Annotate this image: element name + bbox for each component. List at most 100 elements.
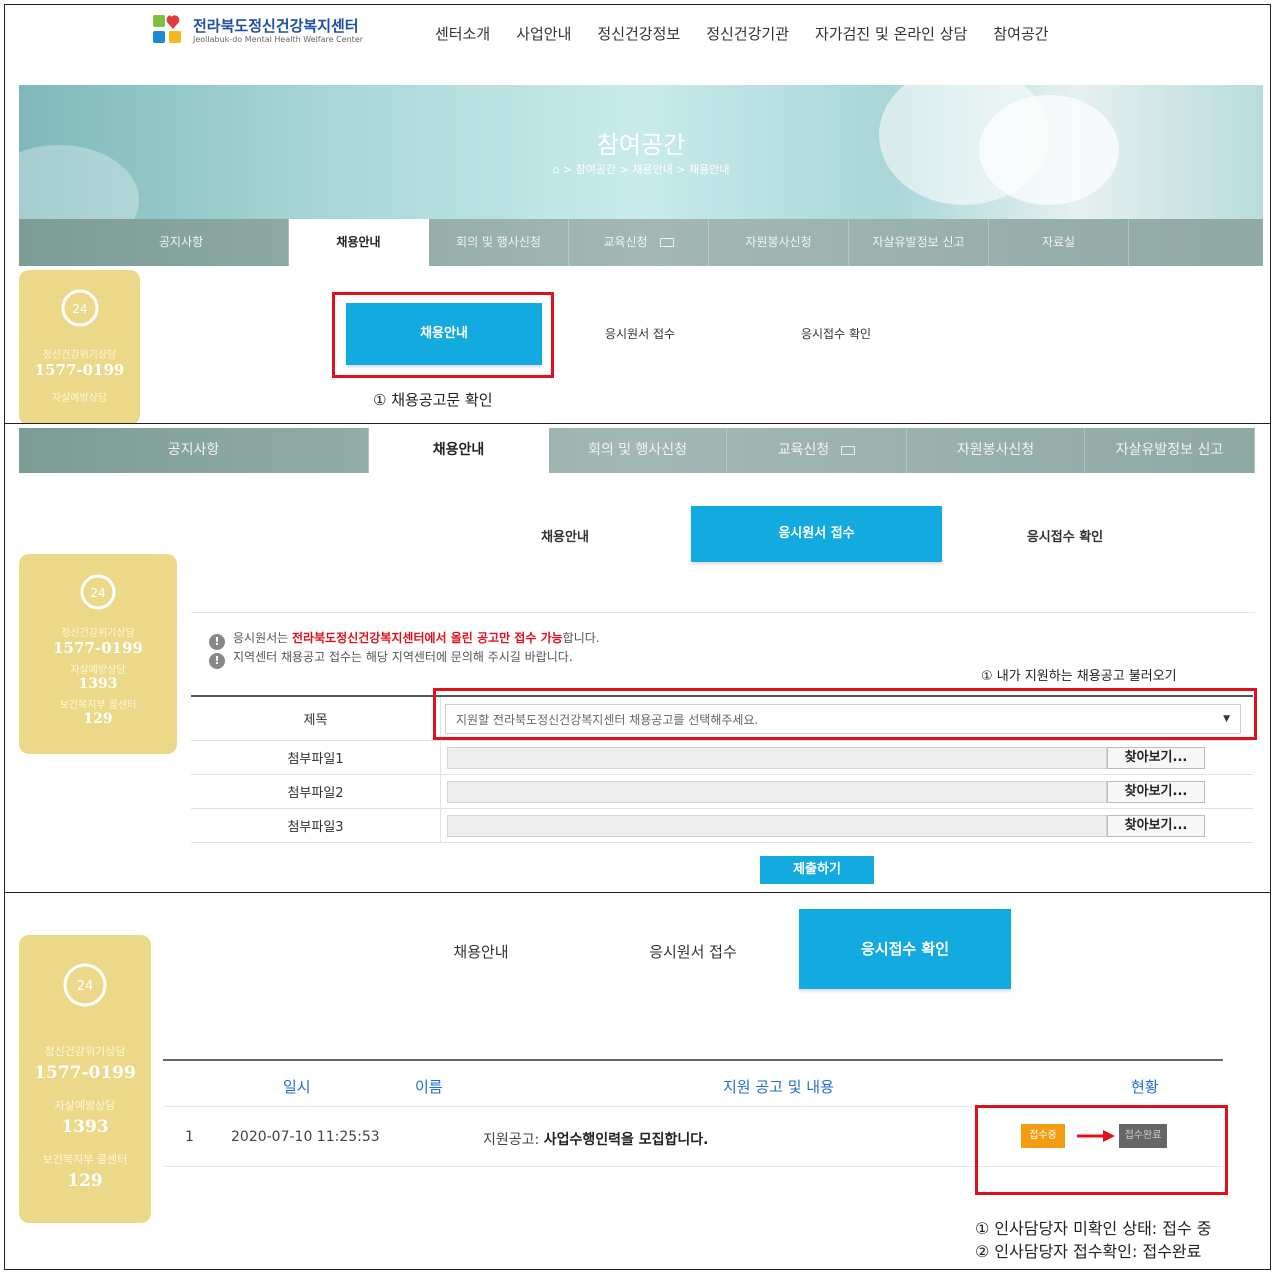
row-date: 2020-07-10 11:25:53 (231, 1129, 380, 1145)
file3-browse-button[interactable]: 찾아보기... (1107, 815, 1205, 837)
suicide-label: 자살예방상담 (51, 393, 108, 404)
row-content-prefix: 지원공고: (483, 1132, 544, 1148)
col-header-status: 현황 (1131, 1078, 1159, 1096)
subnav-meeting[interactable]: 회의 및 행사신청 (549, 428, 727, 473)
phone-24-icon: 24 (63, 963, 107, 1007)
home-icon[interactable]: ⌂ (552, 163, 559, 176)
phone-badge: 24 (77, 979, 94, 994)
file3-input[interactable] (447, 815, 1107, 837)
highlight-box (975, 1105, 1228, 1195)
subnav-report[interactable]: 자살유발정보 신고 (849, 219, 989, 266)
gnb-item-mental-info[interactable]: 정신건강정보 (597, 23, 680, 44)
logo-title: 전라북도정신건강복지센터 (193, 17, 359, 35)
divider (191, 612, 1255, 613)
sub-nav: 공지사항 채용안내 회의 및 행사신청 교육신청 자원봉사신청 자살유발정보 신… (19, 428, 1255, 473)
notice-2-text: 지역센터 채용공고 접수는 해당 지역센터에 문의해 주시길 바랍니다. (233, 650, 573, 664)
row-content-title: 사업수행인력을 모집합니다. (543, 1132, 709, 1148)
welfare-label: 보건복지부 콜센터 (42, 1153, 128, 1166)
alert-icon: ! (209, 653, 225, 669)
site-logo[interactable]: 전라북도정신건강복지센터 Jeollabuk-do Mental Health … (151, 11, 381, 51)
subnav-education[interactable]: 교육신청 (727, 428, 907, 473)
tab-application[interactable]: 응시원서 접수 (691, 506, 942, 562)
notice-2: ! 지역센터 채용공고 접수는 해당 지역센터에 문의해 주시길 바랍니다. (209, 648, 573, 669)
file1-input[interactable] (447, 747, 1107, 769)
panel-job-notice: 전라북도정신건강복지센터 Jeollabuk-do Mental Health … (4, 4, 1271, 424)
suicide-number[interactable]: 1393 (19, 676, 177, 692)
crisis-label: 정신건강위기상담 (42, 350, 117, 361)
crisis-label: 정신건강위기상담 (44, 1045, 126, 1058)
status-note-1: ① 인사담당자 미확인 상태: 접수 중 (975, 1219, 1212, 1238)
subnav-education[interactable]: 교육신청 (569, 219, 709, 266)
subnav-education-label: 교육신청 (603, 235, 648, 249)
subnav-recruit[interactable]: 채용안내 (289, 219, 429, 266)
form-row-file2: 첨부파일2 찾아보기... (191, 775, 1253, 809)
file2-browse-button[interactable]: 찾아보기... (1107, 781, 1205, 803)
file2-label: 첨부파일2 (191, 775, 441, 808)
tab-confirm[interactable]: 응시접수 확인 (985, 526, 1145, 545)
file2-input[interactable] (447, 781, 1107, 803)
notice-1-highlight: 전라북도정신건강복지센터에서 올린 공고만 접수 가능 (292, 631, 563, 645)
notice-1-pre: 응시원서는 (233, 631, 293, 645)
subnav-education-label: 교육신청 (777, 442, 830, 458)
tab-confirm[interactable]: 응시접수 확인 (799, 909, 1011, 989)
crisis-number[interactable]: 1577-0199 (19, 361, 140, 379)
file3-label: 첨부파일3 (191, 809, 441, 842)
welfare-number[interactable]: 129 (19, 1171, 151, 1191)
hero-banner: 참여공간 ⌂ > 참여공간 > 채용안내 > 채용안내 (19, 85, 1263, 219)
subnav-volunteer[interactable]: 자원봉사신청 (907, 428, 1085, 473)
subnav-report[interactable]: 자살유발정보 신고 (1085, 428, 1255, 473)
tab-recruit-info[interactable]: 채용안내 (401, 941, 561, 962)
row-number: 1 (185, 1129, 194, 1145)
subnav-archive[interactable]: 자료실 (989, 219, 1129, 266)
row-content[interactable]: 지원공고: 사업수행인력을 모집합니다. (483, 1129, 708, 1149)
col-header-date: 일시 (283, 1078, 311, 1096)
form-row-file3: 첨부파일3 찾아보기... (191, 809, 1253, 843)
breadcrumb-text: > 참여공간 > 채용안내 > 채용안내 (562, 163, 730, 176)
tab-application[interactable]: 응시원서 접수 (575, 325, 705, 342)
breadcrumb: ⌂ > 참여공간 > 채용안내 > 채용안내 (19, 161, 1263, 177)
file1-label: 첨부파일1 (191, 741, 441, 774)
suicide-label: 자살예방상담 (54, 1099, 116, 1112)
gnb-item-self-check[interactable]: 자가검진 및 온라인 상담 (815, 23, 967, 44)
hotline-panel: 24 정신건강위기상담 1577-0199 자살예방상담 1393 보건복지부 … (19, 554, 177, 754)
hero-title: 참여공간 (596, 131, 686, 159)
crisis-number[interactable]: 1577-0199 (19, 639, 177, 657)
crisis-number[interactable]: 1577-0199 (19, 1063, 151, 1083)
gnb-item-participation[interactable]: 참여공간 (993, 23, 1048, 44)
panel-application-form: 공지사항 채용안내 회의 및 행사신청 교육신청 자원봉사신청 자살유발정보 신… (4, 423, 1271, 893)
submit-button[interactable]: 제출하기 (760, 856, 874, 884)
panel-application-status: 24 정신건강위기상담 1577-0199 자살예방상담 1393 보건복지부 … (4, 892, 1271, 1270)
subnav-meeting[interactable]: 회의 및 행사신청 (429, 219, 569, 266)
suicide-label: 자살예방상담 (70, 665, 126, 676)
suicide-number[interactable]: 1393 (19, 1117, 151, 1137)
hotline-panel: 24 정신건강위기상담 1577-0199 자살예방상담 (19, 270, 140, 423)
phone-24-icon: 24 (80, 574, 116, 610)
gnb-item-institutions[interactable]: 정신건강기관 (706, 23, 789, 44)
highlight-box (332, 292, 554, 378)
notice-1-post: 합니다. (562, 631, 600, 645)
subnav-notice[interactable]: 공지사항 (19, 219, 289, 266)
welfare-number[interactable]: 129 (19, 711, 177, 727)
gnb-item-business[interactable]: 사업안내 (516, 23, 571, 44)
tab-application[interactable]: 응시원서 접수 (613, 941, 773, 962)
gnb-item-center[interactable]: 센터소개 (435, 23, 490, 44)
hotline-panel: 24 정신건강위기상담 1577-0199 자살예방상담 1393 보건복지부 … (19, 935, 151, 1223)
step-caption: ① 채용공고문 확인 (373, 391, 493, 409)
subnav-notice[interactable]: 공지사항 (19, 428, 369, 473)
logo-icon (153, 15, 181, 43)
tab-confirm[interactable]: 응시접수 확인 (771, 325, 901, 342)
subnav-recruit[interactable]: 채용안내 (369, 428, 549, 473)
form-row-file1: 첨부파일1 찾아보기... (191, 741, 1253, 775)
external-link-icon (841, 445, 856, 455)
welfare-label: 보건복지부 콜센터 (59, 700, 137, 711)
title-label: 제목 (191, 697, 441, 740)
notice-1: ! 응시원서는 전라북도정신건강복지센터에서 올린 공고만 접수 가능합니다. (209, 629, 600, 650)
subnav-volunteer[interactable]: 자원봉사신청 (709, 219, 849, 266)
crisis-label: 정신건강위기상담 (61, 628, 135, 639)
file1-browse-button[interactable]: 찾아보기... (1107, 747, 1205, 769)
step-caption: ① 내가 지원하는 채용공고 불러오기 (981, 669, 1177, 684)
logo-subtitle: Jeollabuk-do Mental Health Welfare Cente… (193, 35, 364, 44)
phone-badge: 24 (90, 586, 105, 600)
tab-recruit-info[interactable]: 채용안내 (485, 526, 645, 545)
global-nav: 센터소개 사업안내 정신건강정보 정신건강기관 자가검진 및 온라인 상담 참여… (435, 23, 1075, 44)
